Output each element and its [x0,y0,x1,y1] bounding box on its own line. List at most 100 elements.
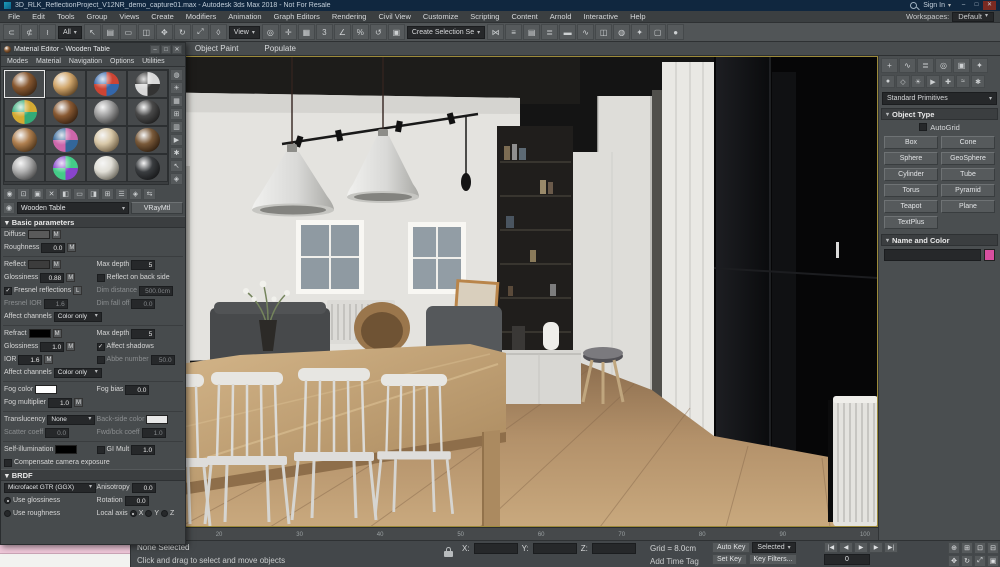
z-coordinate-field[interactable] [592,543,636,554]
category-shapes-icon[interactable]: ◇ [896,75,910,88]
self-illumination-swatch[interactable] [55,445,77,454]
reflect-max-depth-spinner[interactable]: 5 [131,260,155,270]
go-to-end-button[interactable]: ▶| [884,542,898,553]
go-to-start-button[interactable]: |◀ [824,542,838,553]
spinner-snap-icon[interactable]: ↺ [370,24,387,40]
object-type-button[interactable]: GeoSphere [941,152,995,165]
reflect-back-side-checkbox[interactable] [97,274,105,282]
material-editor-menu-item[interactable]: Material [32,58,65,65]
workspaces-dropdown[interactable]: Default▾ [952,12,994,22]
select-by-name-icon[interactable]: ▤ [102,24,119,40]
object-type-button[interactable]: Box [884,136,938,149]
put-to-library-icon[interactable]: ▭ [73,188,86,200]
show-map-in-viewport-icon[interactable]: ⊞ [101,188,114,200]
go-to-parent-icon[interactable]: ◈ [129,188,142,200]
category-helpers-icon[interactable]: ✚ [941,75,955,88]
use-glossiness-radio[interactable] [4,497,11,504]
edit-named-selection-sets-icon[interactable]: ▣ [388,24,405,40]
reflect-glossiness-map-button[interactable]: M [66,273,75,282]
fwd-bck-coeff-spinner[interactable]: 1.0 [142,428,166,438]
video-color-check-icon[interactable]: ▥ [170,121,183,133]
tab-create[interactable]: + [881,58,898,73]
me-close-icon[interactable]: ✕ [172,45,182,54]
selection-filter-dropdown[interactable]: All▾ [58,26,82,39]
menu-item[interactable]: Edit [26,11,51,23]
previous-frame-button[interactable]: ◀ [839,542,853,553]
material-slot[interactable] [86,126,127,154]
go-forward-sibling-icon[interactable]: ⇆ [143,188,156,200]
material-slot[interactable] [4,70,45,98]
auto-key-button[interactable]: Auto Key [712,542,750,553]
menu-item[interactable]: Graph Editors [268,11,326,23]
material-slot[interactable] [45,126,86,154]
refract-color-swatch[interactable] [29,329,51,338]
refract-glossiness-map-button[interactable]: M [66,342,75,351]
menu-item[interactable]: File [2,11,26,23]
keyboard-shortcut-override-icon[interactable]: ▦ [298,24,315,40]
sample-type-icon[interactable]: ◍ [170,69,183,81]
menu-item[interactable]: Group [81,11,114,23]
sample-tiling-icon[interactable]: ⊞ [170,108,183,120]
material-editor-menu-item[interactable]: Utilities [138,58,169,65]
object-type-button[interactable]: Plane [941,200,995,213]
key-mode-dropdown[interactable]: Selected▾ [752,542,795,553]
anisotropy-spinner[interactable]: 0.0 [132,483,156,493]
diffuse-map-button[interactable]: M [52,230,61,239]
set-key-button[interactable]: Set Key [712,554,747,565]
refract-affect-channels-dropdown[interactable]: Color only▾ [54,368,102,378]
object-type-button[interactable]: Pyramid [941,184,995,197]
schematic-view-icon[interactable]: ◫ [595,24,612,40]
fresnel-lock-button[interactable]: L [73,286,82,295]
bind-to-space-warp-icon[interactable]: ≀ [39,24,56,40]
material-slot[interactable] [86,98,127,126]
affect-shadows-checkbox[interactable]: ✓ [97,343,105,351]
menu-item[interactable]: Scripting [464,11,505,23]
fresnel-ior-spinner[interactable]: 1.6 [44,299,68,309]
mirror-icon[interactable]: ⋈ [487,24,504,40]
me-minimize-icon[interactable]: – [150,45,160,54]
material-slot[interactable] [4,154,45,182]
put-to-scene-icon[interactable]: ⊡ [17,188,30,200]
dim-falloff-spinner[interactable]: 0.0 [131,299,155,309]
compensate-exposure-checkbox[interactable] [4,459,12,467]
use-roughness-radio[interactable] [4,510,11,517]
category-lights-icon[interactable]: ☀ [911,75,925,88]
reset-map-icon[interactable]: ✕ [45,188,58,200]
material-slot[interactable] [127,70,168,98]
material-id-icon[interactable]: ◨ [87,188,100,200]
material-slot[interactable] [127,126,168,154]
menu-item[interactable]: Create [145,11,180,23]
select-and-link-icon[interactable]: ⊂ [3,24,20,40]
object-name-input[interactable] [884,249,981,261]
name-color-rollout[interactable]: ▾Name and Color [881,234,998,246]
material-editor-icon[interactable]: ◍ [613,24,630,40]
material-slot[interactable] [127,98,168,126]
material-slot[interactable] [45,98,86,126]
toggle-ribbon-icon[interactable]: ▬ [559,24,576,40]
material-slot[interactable] [4,126,45,154]
percent-snap-icon[interactable]: % [352,24,369,40]
tab-utilities[interactable]: ✦ [971,58,988,73]
backlight-icon[interactable]: ☀ [170,82,183,94]
zoom-icon[interactable]: ⊕ [948,542,960,554]
reference-coordinate-dropdown[interactable]: View▾ [229,26,260,39]
category-space-warps-icon[interactable]: ≈ [956,75,970,88]
zoom-extents-icon[interactable]: ⊡ [974,542,986,554]
render-production-icon[interactable]: ● [667,24,684,40]
curve-editor-icon[interactable]: ∿ [577,24,594,40]
tab-hierarchy[interactable]: ≣ [917,58,934,73]
rectangular-selection-region-icon[interactable]: ▭ [120,24,137,40]
local-axis-x-radio[interactable] [130,510,137,517]
play-button[interactable]: ▶ [854,542,868,553]
diffuse-color-swatch[interactable] [28,230,50,239]
gi-checkbox[interactable] [97,446,105,454]
menu-item[interactable]: Interactive [577,11,624,23]
ior-map-button[interactable]: M [44,355,53,364]
material-editor-menu-item[interactable]: Modes [3,58,32,65]
rendered-frame-window-icon[interactable]: ▢ [649,24,666,40]
menu-item[interactable]: Animation [222,11,267,23]
object-type-rollout[interactable]: ▾Object Type [881,108,998,120]
dolly-icon[interactable]: ⤢ [974,555,986,567]
refract-glossiness-spinner[interactable]: 1.0 [40,342,64,352]
angle-snap-icon[interactable]: ∠ [334,24,351,40]
